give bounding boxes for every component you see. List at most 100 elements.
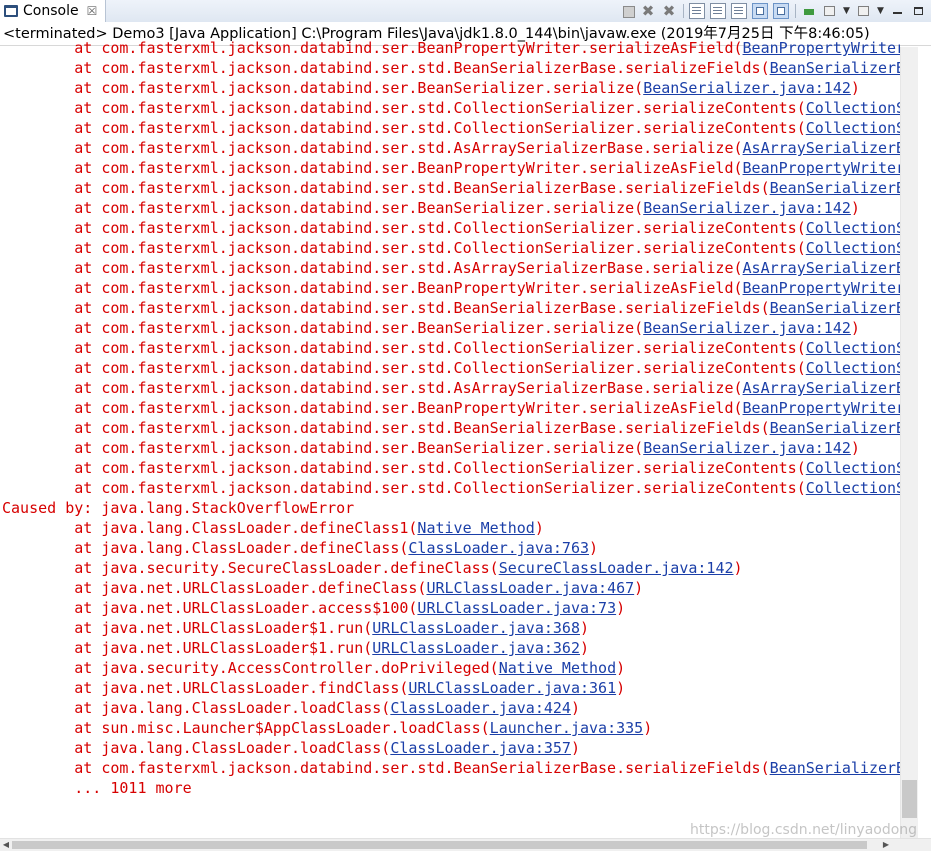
vertical-scroll-thumb[interactable]: [902, 780, 917, 818]
scroll-right-icon[interactable]: ▶: [880, 839, 892, 851]
show-on-stdout-icon[interactable]: [752, 3, 768, 19]
toolbar-separator: [795, 4, 796, 18]
console-line-text: at java.lang.ClassLoader.defineClass(: [2, 539, 409, 557]
console-line: ... 1011 more: [2, 778, 192, 798]
console-line-text: ... 1011 more: [2, 779, 192, 797]
console-line: at java.lang.ClassLoader.defineClass1(Na…: [2, 518, 544, 538]
console-line: at com.fasterxml.jackson.databind.ser.st…: [2, 458, 900, 478]
source-link[interactable]: AsArraySerializerBase.java:25): [743, 139, 900, 157]
source-link[interactable]: BeanPropertyWriter.java:718): [743, 39, 900, 57]
open-console-icon[interactable]: [856, 3, 872, 19]
console-line-text: at java.net.URLClassLoader$1.run(: [2, 619, 373, 637]
close-icon[interactable]: ☒: [87, 5, 98, 17]
source-link[interactable]: URLClassLoader.java:368: [372, 619, 580, 637]
source-link[interactable]: BeanSerializerBase.java:639): [770, 759, 900, 777]
show-on-stderr-icon[interactable]: [773, 3, 789, 19]
source-link[interactable]: CollectionSerializer.java:107): [806, 479, 900, 497]
console-line-text: at com.fasterxml.jackson.databind.ser.st…: [2, 239, 806, 257]
vertical-scrollbar[interactable]: [900, 47, 918, 838]
source-link[interactable]: BeanSerializerBase.java:639): [770, 179, 900, 197]
console-line-tail: ): [643, 719, 653, 737]
console-line: at java.security.SecureClassLoader.defin…: [2, 558, 743, 578]
remove-all-icon[interactable]: ✖: [661, 3, 677, 19]
tab-console[interactable]: Console ☒: [0, 0, 106, 22]
clear-console-icon[interactable]: [689, 3, 705, 19]
source-link[interactable]: Launcher.java:335: [490, 719, 644, 737]
console-line: at java.net.URLClassLoader.access$100(UR…: [2, 598, 625, 618]
source-link[interactable]: CollectionSerializer.java:145): [806, 219, 900, 237]
source-link[interactable]: BeanSerializerBase.java:639): [770, 419, 900, 437]
console-line-text: at com.fasterxml.jackson.databind.ser.st…: [2, 179, 770, 197]
console-line-text: at java.lang.ClassLoader.defineClass1(: [2, 519, 418, 537]
source-link[interactable]: BeanSerializer.java:142: [643, 439, 851, 457]
source-link[interactable]: CollectionSerializer.java:145): [806, 459, 900, 477]
console-line: at com.fasterxml.jackson.databind.ser.st…: [2, 478, 900, 498]
source-link[interactable]: BeanSerializer.java:142: [643, 199, 851, 217]
source-link[interactable]: BeanSerializerBase.java:639): [770, 299, 900, 317]
console-line-text: at com.fasterxml.jackson.databind.ser.st…: [2, 139, 743, 157]
console-icon: [4, 5, 18, 17]
source-link[interactable]: ClassLoader.java:424: [390, 699, 571, 717]
console-line: at com.fasterxml.jackson.databind.ser.Be…: [2, 38, 900, 58]
console-line-text: at com.fasterxml.jackson.databind.ser.st…: [2, 759, 770, 777]
source-link[interactable]: ClassLoader.java:763: [408, 539, 589, 557]
source-link[interactable]: BeanPropertyWriter.java:718): [743, 159, 900, 177]
remove-launch-icon[interactable]: ✖: [640, 3, 656, 19]
source-link[interactable]: ClassLoader.java:357: [390, 739, 571, 757]
console-line-text: at com.fasterxml.jackson.databind.ser.st…: [2, 339, 806, 357]
source-link[interactable]: BeanPropertyWriter.java:718): [743, 399, 900, 417]
source-link[interactable]: CollectionSerializer.java:107): [806, 119, 900, 137]
source-link[interactable]: CollectionSerializer.java:107): [806, 359, 900, 377]
source-link[interactable]: BeanSerializer.java:142: [643, 319, 851, 337]
source-link[interactable]: URLClassLoader.java:73: [417, 599, 616, 617]
source-link[interactable]: BeanSerializerBase.java:639): [770, 59, 900, 77]
console-line: Caused by: java.lang.StackOverflowError: [2, 498, 354, 518]
console-line-tail: ): [733, 559, 743, 577]
source-link[interactable]: URLClassLoader.java:467: [426, 579, 634, 597]
console-line-tail: ): [579, 619, 590, 637]
source-link[interactable]: Native Method: [417, 519, 534, 537]
scroll-lock-icon[interactable]: [710, 3, 726, 19]
tab-label: Console: [23, 3, 79, 19]
console-line: at java.lang.ClassLoader.loadClass(Class…: [2, 738, 580, 758]
console-line: at com.fasterxml.jackson.databind.ser.Be…: [2, 398, 900, 418]
console-view-header: Console ☒ ✖ ✖ ▼ ▼: [0, 0, 931, 23]
console-line: at java.net.URLClassLoader$1.run(URLClas…: [2, 638, 589, 658]
console-line-tail: ): [616, 679, 626, 697]
console-line-text: at java.lang.ClassLoader.loadClass(: [2, 739, 391, 757]
source-link[interactable]: URLClassLoader.java:362: [372, 639, 580, 657]
source-link[interactable]: Native Method: [499, 659, 616, 677]
console-line: at com.fasterxml.jackson.databind.ser.st…: [2, 118, 900, 138]
console-line-tail: ): [570, 739, 580, 757]
pin-console-icon[interactable]: [801, 3, 817, 19]
source-link[interactable]: SecureClassLoader.java:142: [499, 559, 734, 577]
source-link[interactable]: CollectionSerializer.java:107): [806, 239, 900, 257]
display-selected-console-icon[interactable]: [822, 3, 838, 19]
maximize-icon[interactable]: [911, 3, 927, 19]
source-link[interactable]: AsArraySerializerBase.java:25): [743, 259, 900, 277]
chevron-down-icon[interactable]: ▼: [877, 3, 885, 19]
console-line-tail: ): [634, 579, 644, 597]
source-link[interactable]: CollectionSerializer.java:145): [806, 339, 900, 357]
minimize-icon[interactable]: [890, 3, 906, 19]
source-link[interactable]: BeanPropertyWriter.java:718): [743, 279, 900, 297]
console-output[interactable]: at com.fasterxml.jackson.databind.ser.Be…: [0, 38, 900, 838]
console-line-text: at com.fasterxml.jackson.databind.ser.Be…: [2, 159, 743, 177]
horizontal-scroll-thumb[interactable]: [12, 841, 867, 849]
console-line-text: at com.fasterxml.jackson.databind.ser.Be…: [2, 39, 743, 57]
console-line-text: at java.security.SecureClassLoader.defin…: [2, 559, 499, 577]
console-line-text: at java.net.URLClassLoader.findClass(: [2, 679, 409, 697]
word-wrap-icon[interactable]: [731, 3, 747, 19]
source-link[interactable]: URLClassLoader.java:361: [408, 679, 616, 697]
watermark: https://blog.csdn.net/linyaodong: [690, 822, 918, 838]
console-line-text: Caused by: java.lang.StackOverflowError: [2, 499, 355, 517]
chevron-down-icon[interactable]: ▼: [843, 3, 851, 19]
horizontal-scrollbar[interactable]: ◀ ▶: [0, 838, 931, 851]
source-link[interactable]: BeanSerializer.java:142: [643, 79, 851, 97]
console-line-tail: ): [616, 599, 626, 617]
source-link[interactable]: AsArraySerializerBase.java:25): [743, 379, 900, 397]
console-line: at com.fasterxml.jackson.databind.ser.Be…: [2, 158, 900, 178]
scroll-left-icon[interactable]: ◀: [0, 839, 12, 851]
source-link[interactable]: CollectionSerializer.java:145): [806, 99, 900, 117]
terminate-icon[interactable]: [623, 5, 635, 18]
